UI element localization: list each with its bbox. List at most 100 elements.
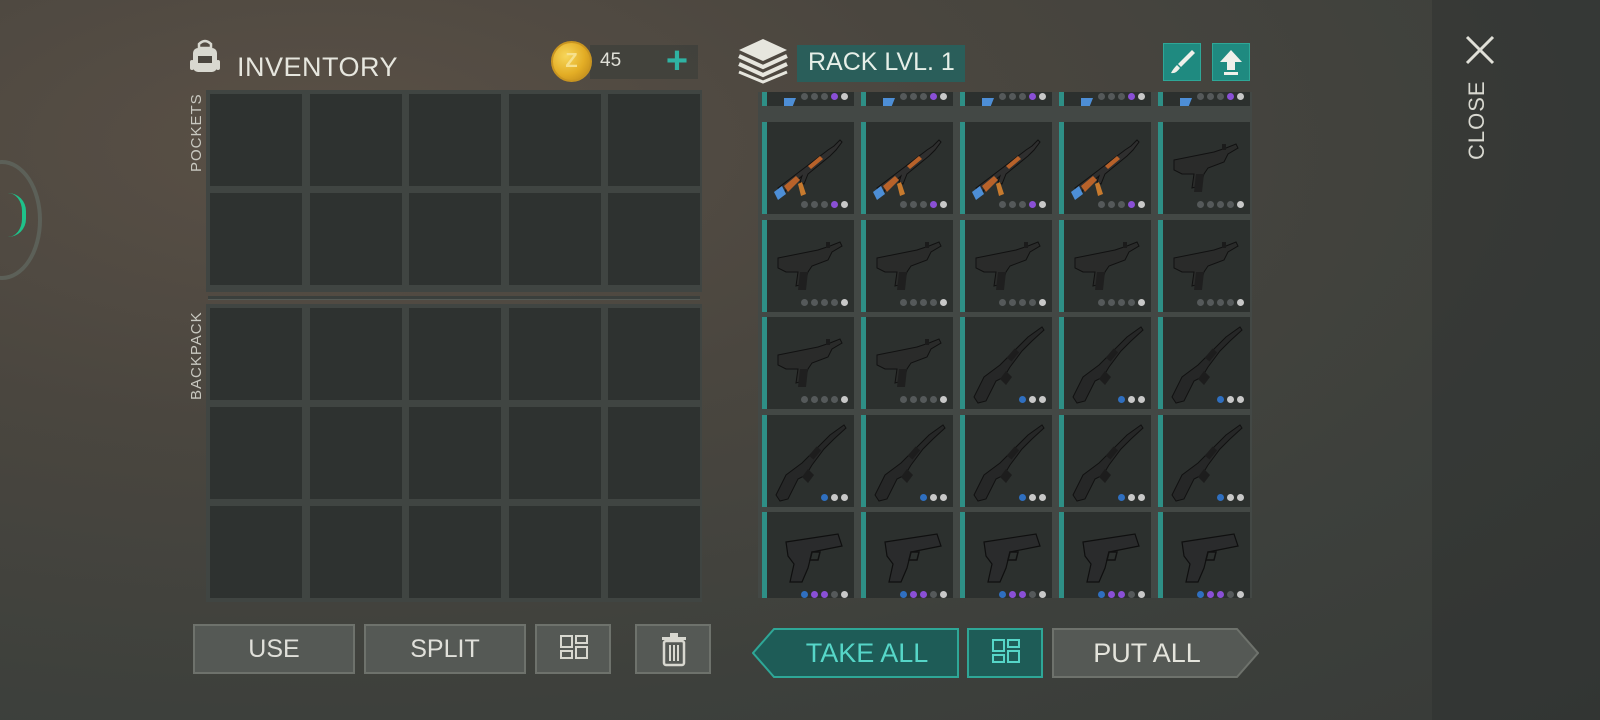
quality-dots	[999, 201, 1046, 208]
quality-dot	[940, 396, 947, 403]
put-all-button[interactable]: PUT ALL	[1062, 638, 1232, 669]
rack-title: RACK LVL. 1	[808, 48, 955, 76]
rack-grid	[758, 92, 1252, 598]
pocket-slot[interactable]	[608, 193, 700, 285]
quality-dots	[999, 298, 1046, 306]
backpack-slot[interactable]	[210, 506, 302, 598]
backpack-slot[interactable]	[409, 407, 501, 499]
slot-accent-bar	[1059, 414, 1064, 507]
rack-slot-m16[interactable]	[1158, 317, 1250, 409]
quality-dot	[1108, 591, 1115, 598]
rack-slot-uzi[interactable]	[762, 219, 854, 312]
backpack-slot[interactable]	[508, 506, 601, 598]
inventory-title: INVENTORY	[237, 52, 399, 82]
pocket-slot[interactable]	[508, 193, 601, 285]
quality-dots	[1217, 493, 1244, 501]
add-currency-button[interactable]: +	[660, 42, 694, 80]
upgrade-button[interactable]	[1212, 43, 1250, 81]
rack-slot-m16[interactable]	[1059, 317, 1151, 409]
quality-dots	[1019, 493, 1046, 501]
close-icon[interactable]	[1462, 32, 1498, 68]
split-button[interactable]: SPLIT	[364, 624, 526, 674]
pocket-slot[interactable]	[508, 94, 601, 186]
pocket-slot[interactable]	[608, 94, 700, 186]
quality-dot	[1207, 201, 1214, 208]
quality-dot	[1118, 298, 1125, 306]
quality-dot	[1237, 396, 1244, 403]
pocket-slot[interactable]	[309, 94, 402, 186]
backpack-slot[interactable]	[309, 407, 402, 499]
backpack-slot[interactable]	[309, 308, 402, 400]
rack-slot-uzi[interactable]	[1158, 122, 1250, 214]
use-button[interactable]: USE	[193, 624, 355, 674]
rack-slot-partial[interactable]	[960, 92, 1052, 106]
quality-dot	[1118, 591, 1125, 598]
rack-slot-ak[interactable]	[1059, 122, 1151, 214]
inventory-sort-button[interactable]	[535, 624, 611, 674]
rack-slot-m16[interactable]	[861, 414, 953, 507]
quality-dot	[1039, 591, 1046, 598]
rack-slot-m16[interactable]	[960, 317, 1052, 409]
rack-slot-uzi[interactable]	[1059, 219, 1151, 312]
backpack-slot[interactable]	[210, 308, 302, 400]
rack-slot-ak[interactable]	[762, 122, 854, 214]
rack-slot-m16[interactable]	[1059, 414, 1151, 507]
rack-slot-partial[interactable]	[762, 92, 854, 106]
slot-accent-bar	[960, 512, 965, 598]
quality-dot	[821, 93, 828, 100]
backpack-slot[interactable]	[508, 308, 601, 400]
quality-dot	[1128, 201, 1135, 208]
rack-slot-ak[interactable]	[861, 122, 953, 214]
rack-slot-pistol[interactable]	[960, 512, 1052, 598]
rack-slot-ak[interactable]	[960, 122, 1052, 214]
backpack-slot[interactable]	[309, 506, 402, 598]
backpack-slot[interactable]	[608, 407, 700, 499]
backpack-slot[interactable]	[608, 506, 700, 598]
close-button[interactable]: CLOSE	[1464, 80, 1490, 160]
rack-slot-uzi[interactable]	[861, 219, 953, 312]
customize-button[interactable]	[1163, 43, 1201, 81]
rack-slot-pistol[interactable]	[762, 512, 854, 598]
rack-slot-uzi[interactable]	[1158, 219, 1250, 312]
backpack-slot[interactable]	[508, 407, 601, 499]
take-all-button[interactable]: TAKE ALL	[792, 638, 942, 669]
rack-slot-partial[interactable]	[1059, 92, 1151, 106]
quality-dot	[1108, 298, 1115, 306]
delete-button[interactable]	[635, 624, 711, 674]
rack-slot-partial[interactable]	[861, 92, 953, 106]
rack-slot-partial[interactable]	[1158, 92, 1250, 106]
pocket-slot[interactable]	[409, 94, 501, 186]
quality-dot	[999, 591, 1006, 598]
rack-slot-m16[interactable]	[762, 414, 854, 507]
pocket-slot[interactable]	[309, 193, 402, 285]
backpack-slot[interactable]	[409, 308, 501, 400]
rack-slot-m16[interactable]	[960, 414, 1052, 507]
slot-accent-bar	[762, 219, 767, 312]
rack-sort-button[interactable]	[967, 628, 1043, 678]
backpack-slot[interactable]	[210, 407, 302, 499]
rack-slot-pistol[interactable]	[1158, 512, 1250, 598]
quality-dot	[1108, 201, 1115, 208]
backpack-slot[interactable]	[409, 506, 501, 598]
slot-accent-bar	[960, 219, 965, 312]
rack-slot-uzi[interactable]	[960, 219, 1052, 312]
quality-dot	[1138, 396, 1145, 403]
slot-accent-bar	[861, 92, 866, 106]
rack-slot-uzi[interactable]	[861, 317, 953, 409]
quality-dots	[999, 93, 1046, 100]
pocket-slot[interactable]	[210, 94, 302, 186]
slot-accent-bar	[1158, 122, 1163, 214]
rack-slot-m16[interactable]	[1158, 414, 1250, 507]
rack-slot-uzi[interactable]	[762, 317, 854, 409]
pocket-slot[interactable]	[409, 193, 501, 285]
pocket-slot[interactable]	[210, 193, 302, 285]
rack-slot-pistol[interactable]	[1059, 512, 1151, 598]
backpack-label: BACKPACK	[188, 311, 205, 400]
slot-accent-bar	[762, 317, 767, 409]
backpack-slot[interactable]	[608, 308, 700, 400]
quality-dot	[920, 201, 927, 208]
quality-dot	[1098, 93, 1105, 100]
rack-slot-pistol[interactable]	[861, 512, 953, 598]
quality-dot	[1197, 93, 1204, 100]
quality-dot	[900, 201, 907, 208]
